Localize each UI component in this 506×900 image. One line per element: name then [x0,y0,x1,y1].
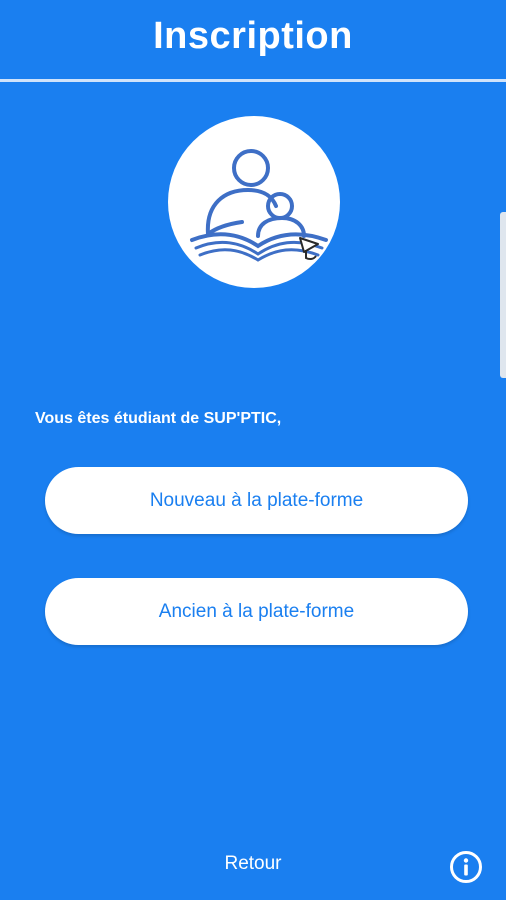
new-user-button[interactable]: Nouveau à la plate-forme [45,467,468,534]
student-prompt-text: Vous êtes étudiant de SUP'PTIC, [35,410,282,427]
header-divider [0,79,506,82]
existing-user-button[interactable]: Ancien à la plate-forme [45,578,468,645]
page-title: Inscription [153,14,353,57]
app-header: Inscription [0,0,506,80]
back-button[interactable]: Retour [224,853,281,874]
info-icon[interactable] [449,850,483,884]
app-logo [168,116,340,288]
scrollbar[interactable] [500,212,506,378]
reading-students-logo-icon [190,149,328,262]
footer: Retour [0,853,506,875]
